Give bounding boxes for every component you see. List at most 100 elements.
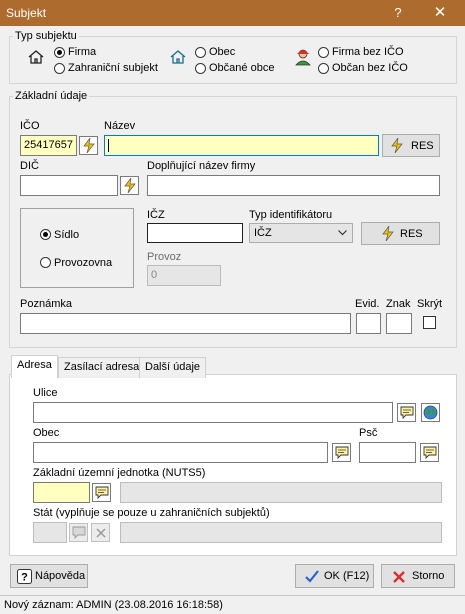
dic-label: DIČ xyxy=(20,160,39,172)
ulice-field[interactable] xyxy=(33,402,393,423)
lightning-icon xyxy=(83,138,95,153)
cancel-icon xyxy=(393,571,405,583)
text-cursor xyxy=(108,139,109,152)
title-bar: Subjekt ? ✕ xyxy=(0,0,465,26)
typ-subjektu-group xyxy=(9,36,457,84)
tab-zasilaci-adresa[interactable]: Zasílací adresa xyxy=(58,357,146,378)
obec-note-button[interactable] xyxy=(332,443,351,462)
checkmark-icon xyxy=(305,570,319,583)
provoz-field: 0 xyxy=(147,265,221,286)
radio-obcane-obce-label: Občané obce xyxy=(209,62,275,74)
provoz-value: 0 xyxy=(151,269,158,281)
znak-field[interactable] xyxy=(386,313,412,334)
chevron-down-icon xyxy=(338,230,347,236)
radio-obec-label: Obec xyxy=(209,46,236,58)
nuts-field[interactable] xyxy=(33,482,90,503)
znak-label: Znak xyxy=(386,298,411,310)
house-icon xyxy=(28,50,44,64)
psc-field[interactable] xyxy=(359,442,416,463)
speech-bubble-icon xyxy=(423,446,437,459)
provoz-label: Provoz xyxy=(147,251,182,263)
typ-identifikatoru-label: Typ identifikátoru xyxy=(249,209,333,221)
person-icon xyxy=(295,49,311,66)
icz-field[interactable] xyxy=(147,223,243,243)
nuts-note-button[interactable] xyxy=(92,483,111,502)
help-title-button[interactable]: ? xyxy=(386,4,410,22)
nazev-label: Název xyxy=(104,120,136,132)
typ-identifikatoru-select[interactable]: IČZ xyxy=(249,223,353,243)
radio-firma[interactable] xyxy=(54,47,65,58)
dic-lookup-button[interactable] xyxy=(120,176,139,195)
lightning-icon xyxy=(382,226,394,241)
speech-bubble-icon xyxy=(72,526,86,539)
sidlo-provozovna-box xyxy=(20,208,134,288)
tab-zasilaci-adresa-label: Zasílací adresa xyxy=(64,361,140,373)
house-icon xyxy=(170,50,186,64)
ulice-note-button[interactable] xyxy=(397,403,416,422)
skryt-label: Skrýt xyxy=(417,298,443,310)
window-title: Subjekt xyxy=(6,6,47,20)
radio-firma-bez-ico-label: Firma bez IČO xyxy=(332,46,404,58)
radio-zahranicni[interactable] xyxy=(54,63,65,74)
help-icon: ? xyxy=(17,569,32,584)
stat-clear-button xyxy=(91,523,110,542)
tab-dalsi-udaje[interactable]: Další údaje xyxy=(139,357,207,378)
speech-bubble-icon xyxy=(400,406,414,419)
napoveda-button[interactable]: ? Nápověda xyxy=(10,564,88,588)
close-icon xyxy=(96,528,106,538)
radio-provozovna[interactable] xyxy=(40,257,51,268)
obec-field[interactable] xyxy=(33,442,328,463)
psc-note-button[interactable] xyxy=(420,443,439,462)
radio-firma-label: Firma xyxy=(68,46,97,58)
tab-adresa[interactable]: Adresa xyxy=(11,355,58,378)
radio-obcan-bez-ico-label: Občan bez IČO xyxy=(332,62,408,74)
storno-label: Storno xyxy=(412,570,445,582)
ico-value: 25417657 xyxy=(24,139,73,151)
radio-obcane-obce[interactable] xyxy=(195,63,206,74)
radio-obec[interactable] xyxy=(195,47,206,58)
radio-firma-bez-ico[interactable] xyxy=(318,47,329,58)
ico-lookup-button[interactable] xyxy=(79,136,98,155)
dic-field[interactable] xyxy=(20,175,118,196)
lightning-icon xyxy=(124,178,136,193)
stat-note-button xyxy=(69,523,88,542)
icz-res-button-label: RES xyxy=(400,228,423,240)
ok-button[interactable]: OK (F12) xyxy=(295,564,374,588)
status-text: Nový záznam: ADMIN (23.08.2016 16:18:58) xyxy=(4,599,223,611)
stat-name-field xyxy=(120,522,442,543)
ico-field[interactable]: 25417657 xyxy=(20,135,77,156)
nuts-label: Základní územní jednotka (NUTS5) xyxy=(33,467,206,479)
radio-provozovna-label: Provozovna xyxy=(54,257,113,269)
skryt-checkbox[interactable] xyxy=(423,316,436,329)
doplnujici-label: Doplňující název firmy xyxy=(147,160,256,172)
poznamka-label: Poznámka xyxy=(20,298,72,310)
radio-sidlo[interactable] xyxy=(40,229,51,240)
napoveda-label: Nápověda xyxy=(35,570,86,582)
evid-field[interactable] xyxy=(356,313,381,334)
poznamka-field[interactable] xyxy=(20,313,351,334)
svg-text:?: ? xyxy=(21,572,28,584)
stat-field xyxy=(33,522,67,543)
tab-dalsi-udaje-label: Další údaje xyxy=(145,361,201,373)
typ-identifikatoru-value: IČZ xyxy=(254,227,272,239)
obec-label: Obec xyxy=(33,427,60,439)
res-button[interactable]: RES xyxy=(382,134,440,157)
status-separator xyxy=(0,595,465,596)
icz-label: IČZ xyxy=(147,209,165,221)
close-button[interactable]: ✕ xyxy=(420,2,460,24)
tab-adresa-label: Adresa xyxy=(17,359,52,371)
storno-button[interactable]: Storno xyxy=(381,564,455,588)
ico-label: IČO xyxy=(20,120,40,132)
speech-bubble-icon xyxy=(95,486,109,499)
speech-bubble-icon xyxy=(335,446,349,459)
radio-sidlo-label: Sídlo xyxy=(54,229,80,241)
doplnujici-field[interactable] xyxy=(147,175,440,196)
typ-subjektu-label: Typ subjektu xyxy=(13,30,79,42)
icz-res-button[interactable]: RES xyxy=(361,222,440,245)
nazev-field[interactable] xyxy=(104,135,379,156)
globe-button[interactable] xyxy=(421,403,440,422)
res-button-label: RES xyxy=(411,140,434,152)
zakladni-udaje-label: Základní údaje xyxy=(13,90,90,102)
ok-label: OK (F12) xyxy=(324,570,370,582)
radio-obcan-bez-ico[interactable] xyxy=(318,63,329,74)
